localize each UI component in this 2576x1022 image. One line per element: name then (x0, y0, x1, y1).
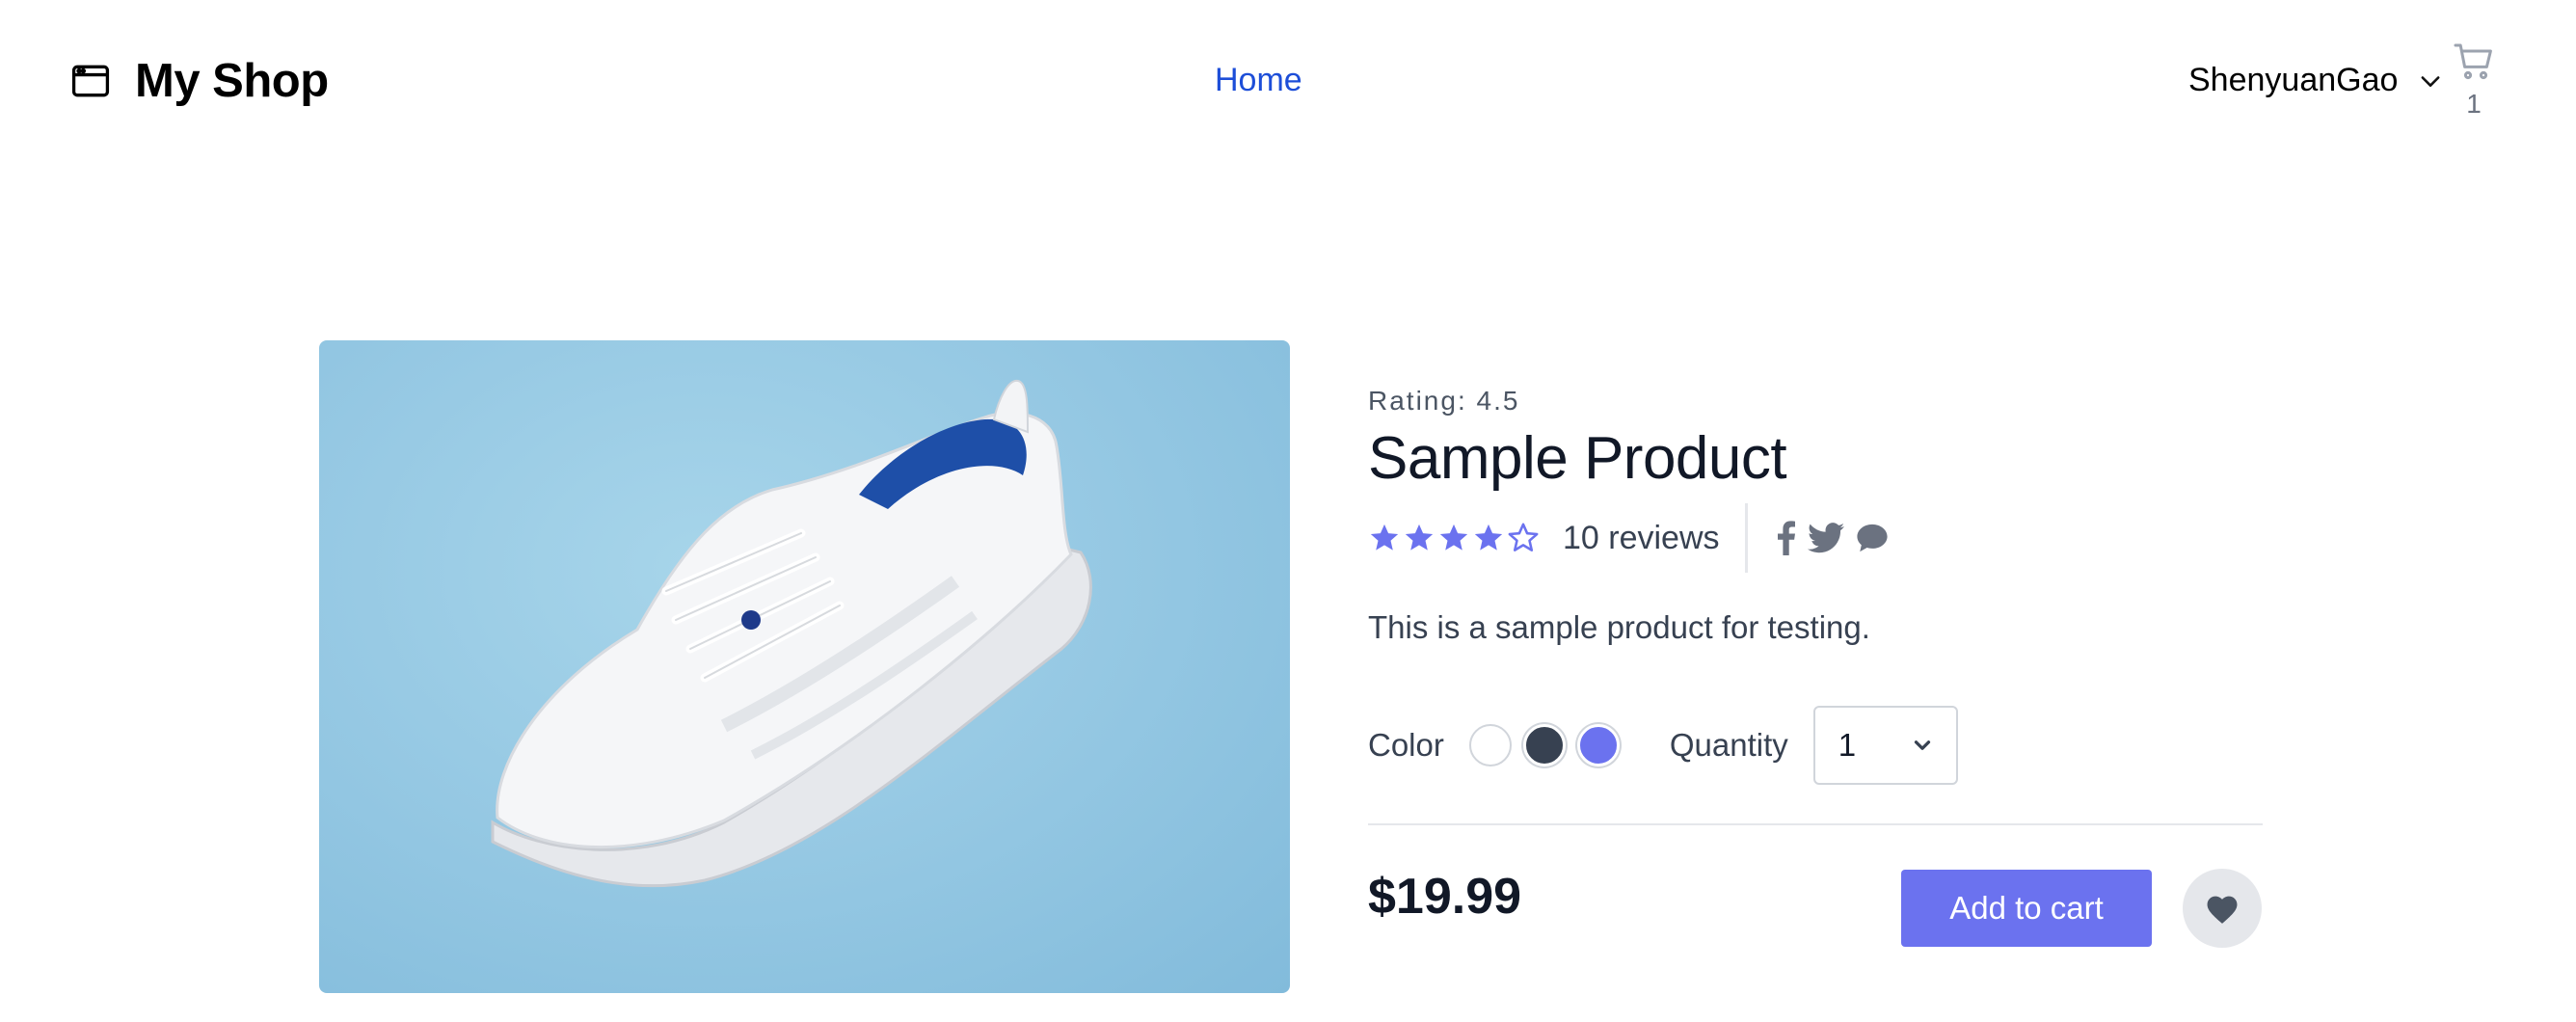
star-filled-icon (1405, 524, 1434, 551)
color-swatch-dark[interactable] (1522, 724, 1566, 766)
browser-window-icon (71, 65, 110, 97)
brand[interactable]: My Shop (69, 54, 329, 108)
social-links (1777, 521, 1889, 555)
quantity-value: 1 (1838, 727, 1857, 763)
add-to-cart-button[interactable]: Add to cart (1901, 870, 2152, 947)
user-name: ShenyuanGao (2188, 62, 2399, 98)
rating-row: 10 reviews (1368, 503, 1889, 573)
product-image (319, 340, 1290, 993)
chevron-down-icon (1914, 740, 1930, 750)
star-filled-icon (1439, 524, 1468, 551)
product-title: Sample Product (1368, 425, 1787, 492)
color-swatches (1468, 724, 1620, 766)
product-options: Color Quantity 1 (1368, 706, 1958, 785)
star-filled-icon (1370, 524, 1399, 551)
cart-count: 1 (2466, 89, 2482, 119)
facebook-icon[interactable] (1777, 521, 1796, 555)
shopping-cart-icon (2454, 43, 2492, 80)
quantity-select[interactable]: 1 (1812, 706, 1958, 785)
twitter-icon[interactable] (1807, 523, 1844, 553)
heart-icon (2207, 896, 2238, 924)
wishlist-button[interactable] (2183, 869, 2262, 948)
horizontal-divider (1368, 823, 2263, 825)
star-empty-icon (1508, 523, 1539, 551)
color-swatch-white[interactable] (1468, 724, 1512, 766)
product-description: This is a sample product for testing. (1368, 609, 1870, 645)
rating-text: Rating: 4.5 (1368, 386, 1520, 416)
brand-name: My Shop (135, 55, 329, 107)
nav-home-link[interactable]: Home (1215, 62, 1302, 99)
cart-button[interactable]: 1 (2445, 39, 2503, 120)
quantity-label: Quantity (1669, 727, 1788, 763)
color-swatch-indigo[interactable] (1576, 724, 1620, 766)
site-header: My Shop Home ShenyuanGao 1 (0, 0, 2576, 164)
reviews-link[interactable]: 10 reviews (1563, 520, 1720, 557)
product-price: $19.99 (1368, 869, 1522, 925)
chevron-down-icon (2421, 75, 2440, 87)
chat-bubble-icon[interactable] (1856, 523, 1889, 553)
sneaker-image (491, 379, 1092, 888)
star-filled-icon (1474, 524, 1503, 551)
color-label: Color (1368, 727, 1444, 763)
vertical-divider (1744, 503, 1748, 573)
star-rating (1368, 522, 1542, 554)
user-menu[interactable]: ShenyuanGao (2188, 62, 2444, 99)
